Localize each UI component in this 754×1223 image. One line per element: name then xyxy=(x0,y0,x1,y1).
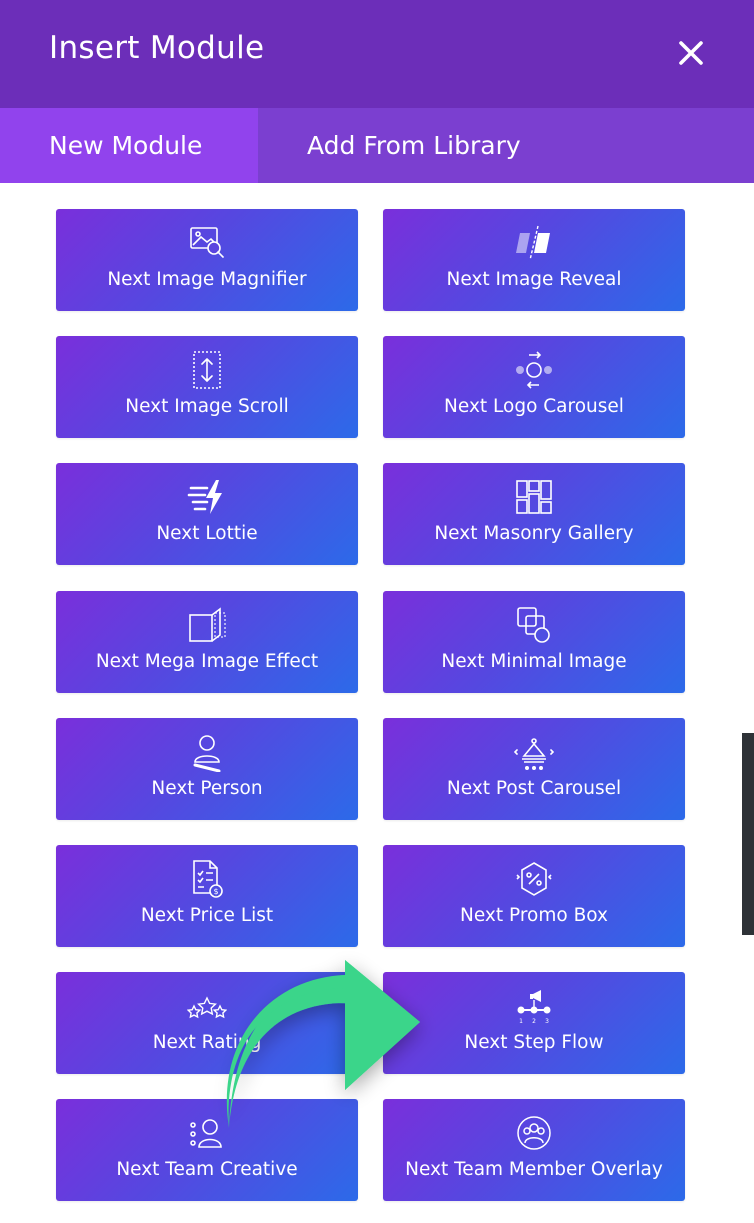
tab-bar: New Module Add From Library xyxy=(0,108,754,183)
module-next-mega-image-effect[interactable]: Next Mega Image Effect xyxy=(56,591,358,693)
module-label: Next Masonry Gallery xyxy=(434,523,634,544)
svg-text:1: 1 xyxy=(519,1018,523,1025)
team-creative-icon xyxy=(190,1119,222,1148)
module-label: Next Logo Carousel xyxy=(444,396,624,417)
module-next-image-scroll[interactable]: Next Image Scroll xyxy=(56,336,358,438)
module-label: Next Team Member Overlay xyxy=(405,1159,663,1180)
module-label: Next Person xyxy=(151,778,263,799)
minimal-image-icon xyxy=(517,607,550,643)
module-next-team-member-overlay[interactable]: Next Team Member Overlay xyxy=(383,1099,685,1201)
module-next-logo-carousel[interactable]: Next Logo Carousel xyxy=(383,336,685,438)
mega-image-effect-icon xyxy=(189,607,226,642)
module-next-team-creative[interactable]: Next Team Creative xyxy=(56,1099,358,1201)
price-list-icon: $ xyxy=(193,860,223,898)
dialog-header: Insert Module xyxy=(0,0,754,108)
module-label: Next Mega Image Effect xyxy=(95,651,319,672)
module-label: Next Image Reveal xyxy=(446,269,622,290)
dialog-title: Insert Module xyxy=(49,30,265,66)
step-flow-icon: 1 2 3 xyxy=(517,990,551,1025)
module-label: Next Minimal Image xyxy=(441,651,627,672)
module-next-image-magnifier[interactable]: Next Image Magnifier xyxy=(56,209,358,311)
module-next-person[interactable]: Next Person xyxy=(56,718,358,820)
tab-add-from-library[interactable]: Add From Library xyxy=(258,108,754,183)
module-next-promo-box[interactable]: Next Promo Box xyxy=(383,845,685,947)
module-next-post-carousel[interactable]: Next Post Carousel xyxy=(383,718,685,820)
module-label: Next Price List xyxy=(140,905,274,926)
module-label: Next Image Magnifier xyxy=(107,269,307,290)
module-next-price-list[interactable]: $ Next Price List xyxy=(56,845,358,947)
module-label: Next Rating xyxy=(152,1032,262,1053)
team-member-overlay-icon xyxy=(517,1116,551,1150)
image-magnifier-icon xyxy=(190,227,224,258)
module-next-rating[interactable]: Next Rating xyxy=(56,972,358,1074)
lottie-icon xyxy=(187,480,222,514)
module-next-minimal-image[interactable]: Next Minimal Image xyxy=(383,591,685,693)
module-next-step-flow[interactable]: 1 2 3 Next Step Flow xyxy=(383,972,685,1074)
rating-icon xyxy=(187,996,227,1019)
promo-box-icon xyxy=(516,862,552,896)
svg-text:3: 3 xyxy=(545,1018,549,1025)
module-label: Next Team Creative xyxy=(116,1159,298,1180)
person-icon xyxy=(193,735,221,772)
svg-text:$: $ xyxy=(213,887,218,896)
image-reveal-icon xyxy=(516,225,550,261)
module-label: Next Lottie xyxy=(156,523,258,544)
page-sidebar-edge xyxy=(742,733,754,935)
module-label: Next Post Carousel xyxy=(446,778,622,799)
close-icon[interactable] xyxy=(672,34,710,72)
module-label: Next Image Scroll xyxy=(125,396,289,417)
svg-text:2: 2 xyxy=(532,1018,536,1025)
module-label: Next Step Flow xyxy=(464,1032,604,1053)
module-next-lottie[interactable]: Next Lottie xyxy=(56,463,358,565)
logo-carousel-icon xyxy=(516,351,552,389)
masonry-gallery-icon xyxy=(516,480,552,514)
module-label: Next Promo Box xyxy=(460,905,608,926)
module-next-image-reveal[interactable]: Next Image Reveal xyxy=(383,209,685,311)
tab-new-module[interactable]: New Module xyxy=(0,108,258,183)
image-scroll-icon xyxy=(193,351,221,389)
module-next-masonry-gallery[interactable]: Next Masonry Gallery xyxy=(383,463,685,565)
post-carousel-icon xyxy=(514,738,554,770)
